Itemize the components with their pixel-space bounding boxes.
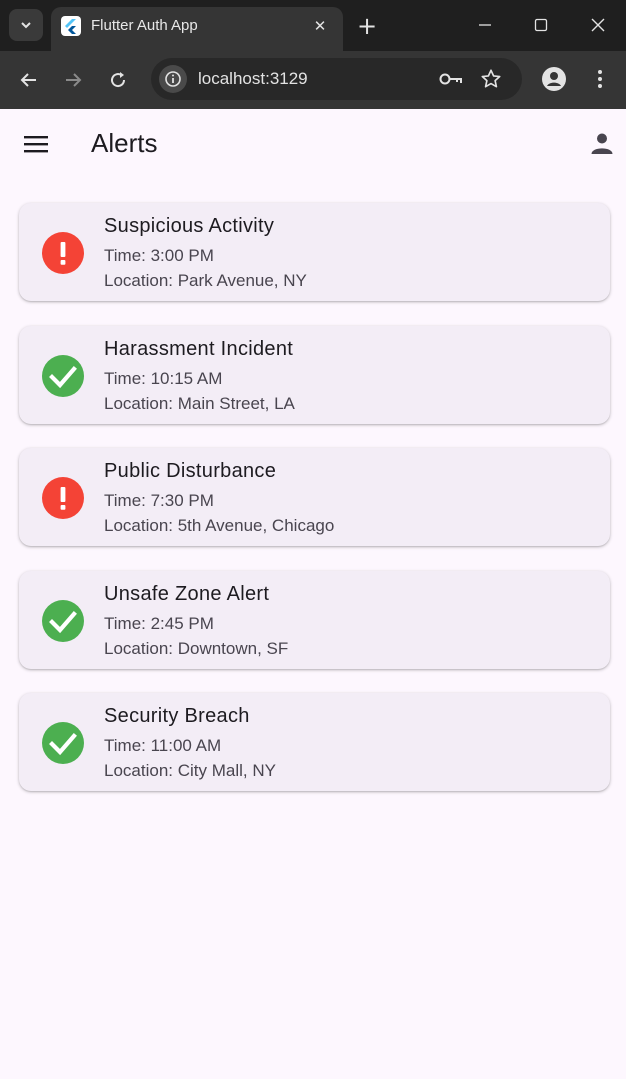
drawer-menu-button[interactable] [18,129,54,159]
close-icon: ✕ [313,17,327,35]
hamburger-menu-icon [24,136,48,153]
browser-tab-bar: Flutter Auth App ✕ + [0,0,626,51]
check-icon [42,354,84,397]
browser-menu-button[interactable] [588,64,612,94]
tab-title: Flutter Auth App [91,17,198,34]
close-icon [591,18,605,32]
minimize-icon [479,24,491,26]
arrow-left-icon [20,73,36,87]
account-button[interactable] [586,127,618,159]
alert-title: Harassment Incident [104,337,294,360]
close-window-button[interactable] [581,8,615,42]
site-info-button[interactable] [159,65,187,93]
password-key-button[interactable] [438,68,464,90]
page-title: Alerts [91,128,158,158]
info-icon [165,71,181,87]
account-circle-icon [542,67,566,91]
alert-card[interactable]: Suspicious Activity Time: 3:00 PM Locati… [19,203,610,301]
reload-button[interactable] [102,64,134,96]
alert-time: Time: 2:45 PM [104,613,214,633]
alert-card[interactable]: Security Breach Time: 11:00 AM Location:… [19,693,610,791]
maximize-button[interactable] [524,8,558,42]
alert-location: Location: City Mall, NY [104,761,276,780]
bookmark-button[interactable] [478,67,504,91]
tab-close-button[interactable]: ✕ [309,15,331,37]
check-icon [42,599,84,642]
chevron-down-icon [21,22,31,29]
maximize-icon [534,18,548,32]
reload-icon [111,72,126,88]
person-icon [591,133,613,154]
alert-card[interactable]: Unsafe Zone Alert Time: 2:45 PM Location… [19,570,610,669]
alert-time: Time: 7:30 PM [104,491,214,510]
key-icon [439,73,462,85]
alert-time: Time: 11:00 AM [104,736,222,755]
exclamation-icon [42,232,84,274]
alert-time: Time: 10:15 AM [104,368,223,388]
browser-toolbar: localhost:3129 [0,51,626,109]
minimize-button[interactable] [468,8,502,42]
alert-time: Time: 3:00 PM [104,246,214,265]
forward-button[interactable] [57,64,89,96]
alert-title: Unsafe Zone Alert [104,582,270,605]
alert-location: Location: Downtown, SF [104,638,289,658]
exclamation-icon [42,477,84,519]
star-icon [481,69,501,88]
plus-icon: + [356,12,378,40]
alert-card[interactable]: Public Disturbance Time: 7:30 PM Locatio… [19,448,610,546]
alert-location: Location: 5th Avenue, Chicago [104,516,335,535]
profile-button[interactable] [539,64,569,94]
arrow-right-icon [66,73,82,87]
alert-card[interactable]: Harassment Incident Time: 10:15 AM Locat… [19,325,610,424]
app-bar: Alerts [0,109,626,179]
alert-location: Location: Main Street, LA [104,393,295,413]
flutter-logo-icon [61,16,81,36]
alert-title: Suspicious Activity [104,215,275,237]
alert-title: Security Breach [104,705,250,727]
more-vertical-icon [598,70,602,88]
new-tab-button[interactable]: + [353,12,381,40]
tab-search-button[interactable] [9,9,43,41]
address-bar[interactable]: localhost:3129 [151,58,522,100]
alert-location: Location: Park Avenue, NY [104,271,307,290]
back-button[interactable] [13,64,45,96]
alert-title: Public Disturbance [104,460,277,482]
check-icon [42,722,84,764]
alerts-list: Suspicious Activity Time: 3:00 PM Locati… [19,203,610,816]
browser-tab[interactable]: Flutter Auth App ✕ [51,7,343,51]
url-text[interactable]: localhost:3129 [198,69,308,89]
